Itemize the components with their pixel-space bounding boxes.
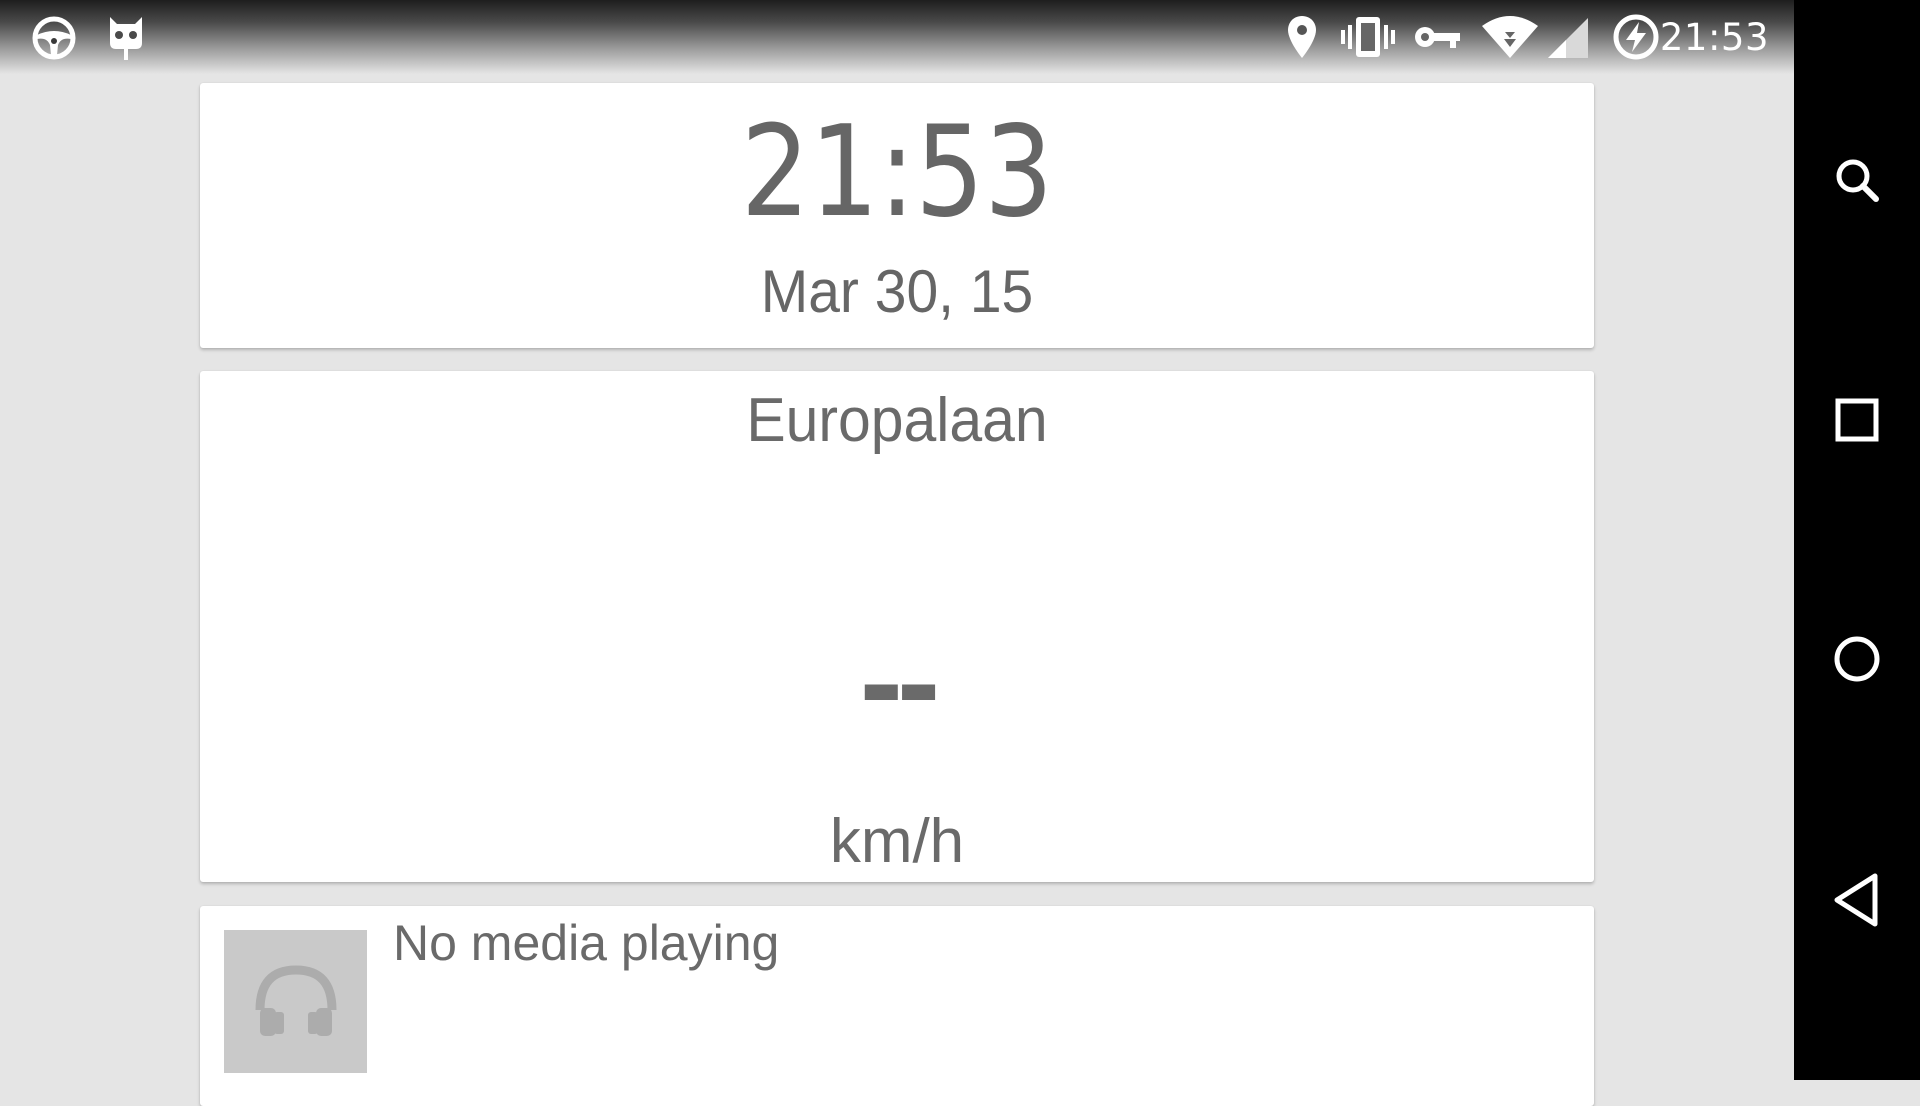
recents-button[interactable]	[1827, 390, 1887, 450]
speed-unit: km/h	[829, 807, 965, 876]
wifi-icon	[1482, 16, 1538, 58]
navigation-bar	[1794, 0, 1920, 1080]
clock-time: 21:53	[740, 98, 1054, 245]
home-icon	[1834, 636, 1880, 682]
cyanogen-mod-icon	[110, 17, 142, 60]
recents-icon	[1835, 398, 1879, 442]
home-button[interactable]	[1827, 629, 1887, 689]
back-icon	[1834, 873, 1878, 927]
status-bar: 21:53	[0, 0, 1794, 74]
location-icon	[1288, 16, 1316, 58]
battery-charging-icon	[1613, 14, 1659, 60]
cell-signal-icon	[1548, 18, 1588, 58]
media-status: No media playing	[393, 915, 780, 971]
speed-value: --	[859, 608, 941, 754]
clock-card: 21:53 Mar 30, 15	[200, 83, 1594, 348]
steering-wheel-icon	[32, 16, 76, 60]
street-name: Europalaan	[746, 386, 1048, 455]
search-button[interactable]	[1827, 150, 1887, 210]
vpn-key-icon	[1415, 27, 1460, 48]
back-button[interactable]	[1827, 870, 1887, 930]
clock-date: Mar 30, 15	[760, 258, 1034, 325]
speedometer-card: Europalaan -- km/h	[200, 371, 1594, 882]
album-art[interactable]	[224, 930, 367, 1073]
media-card[interactable]: No media playing	[200, 906, 1594, 1106]
headphones-icon	[255, 964, 336, 1036]
vibrate-icon	[1341, 17, 1395, 57]
search-icon	[1836, 159, 1879, 202]
status-bar-time: 21:53	[1659, 16, 1769, 59]
